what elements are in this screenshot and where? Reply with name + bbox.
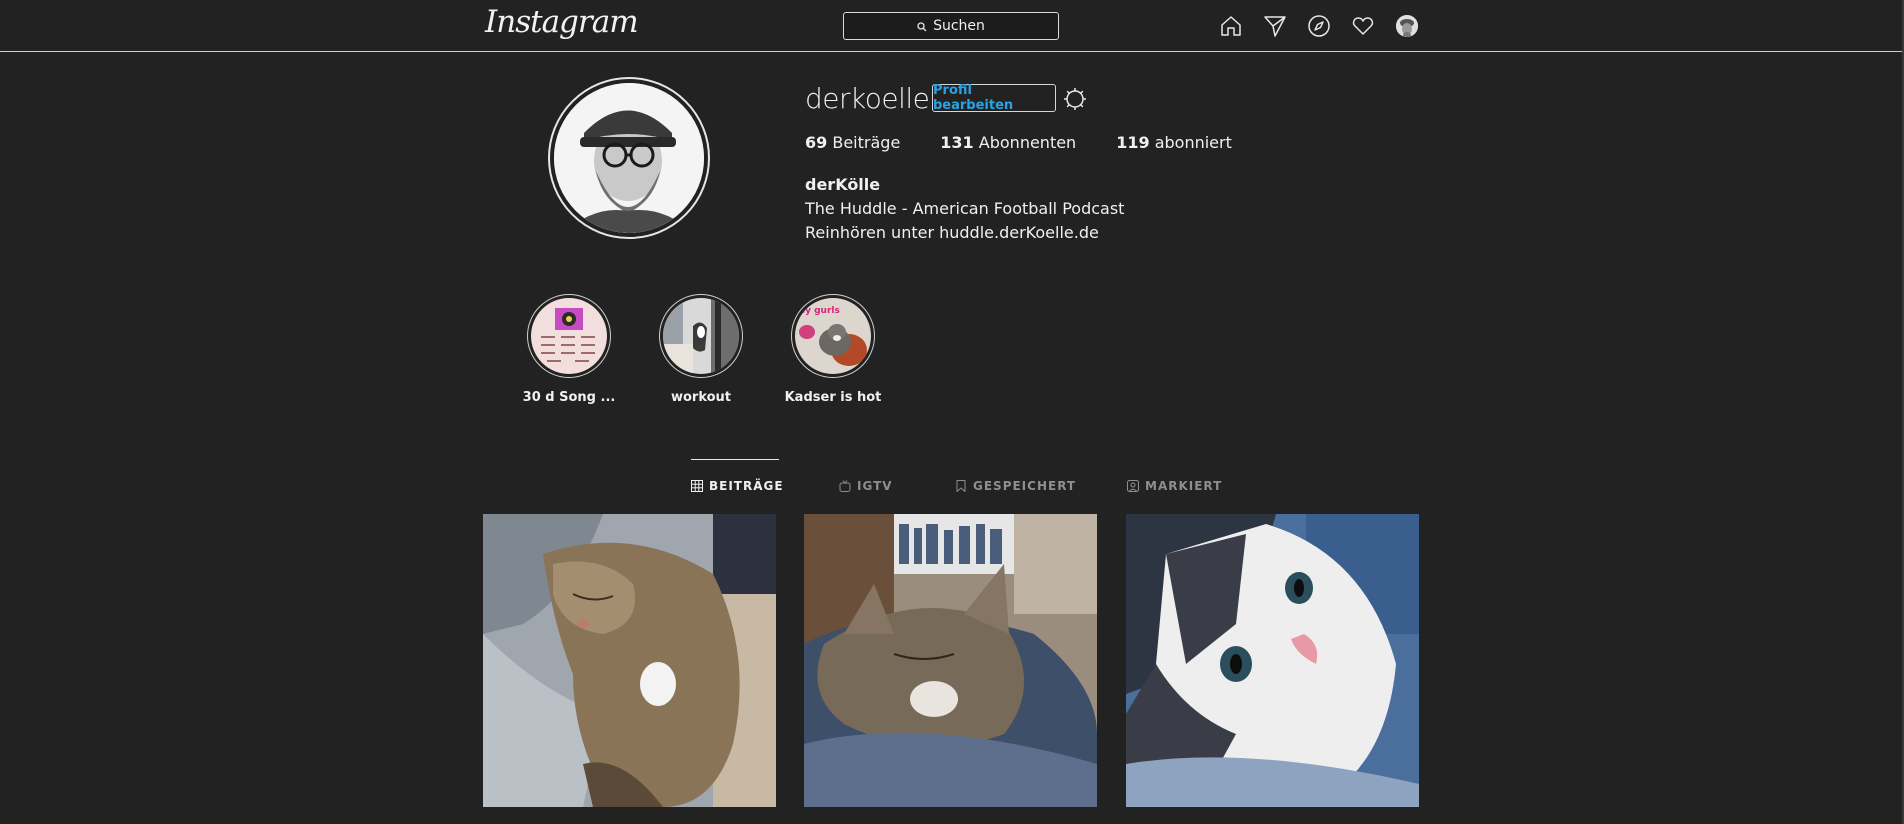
profile-picture[interactable] bbox=[548, 77, 710, 239]
profile-photo bbox=[554, 83, 704, 233]
grid-icon bbox=[691, 480, 703, 492]
tab-label: GESPEICHERT bbox=[973, 479, 1077, 493]
stat-posts-count: 69 bbox=[805, 133, 828, 152]
tab-label: IGTV bbox=[857, 479, 893, 493]
search-placeholder: Suchen bbox=[933, 18, 985, 34]
direct-icon[interactable] bbox=[1263, 14, 1287, 38]
stat-followers-label: Abonnenten bbox=[978, 133, 1077, 152]
top-navigation-bar: Instagram Suchen bbox=[0, 0, 1904, 52]
explore-icon[interactable] bbox=[1307, 14, 1331, 38]
stat-followers[interactable]: 131 Abonnenten bbox=[940, 133, 1076, 152]
post-thumbnail[interactable] bbox=[1126, 514, 1419, 807]
tab-label: BEITRÄGE bbox=[709, 479, 784, 493]
edit-profile-button[interactable]: Profil bearbeiten bbox=[932, 83, 1056, 113]
profile-username: derkoelle bbox=[805, 82, 930, 115]
highlight-label: workout bbox=[670, 390, 732, 405]
highlight-cover: ey gurls bbox=[795, 298, 871, 374]
tab-label: MARKIERT bbox=[1145, 479, 1223, 493]
highlight-ring: ey gurls bbox=[791, 294, 875, 378]
bio-line: The Huddle - American Football Podcast bbox=[805, 199, 1125, 218]
tagged-icon bbox=[1127, 480, 1139, 492]
stat-following-count: 119 bbox=[1116, 133, 1150, 152]
bookmark-icon bbox=[955, 480, 967, 492]
search-icon bbox=[917, 17, 927, 36]
search-input[interactable]: Suchen bbox=[843, 12, 1059, 40]
stat-posts: 69 Beiträge bbox=[805, 133, 900, 152]
highlight-label: 30 d Song ... bbox=[522, 390, 616, 405]
story-highlight[interactable]: workout bbox=[646, 294, 756, 405]
settings-gear-icon[interactable] bbox=[1062, 86, 1088, 112]
activity-heart-icon[interactable] bbox=[1351, 14, 1375, 38]
stat-following[interactable]: 119 abonniert bbox=[1116, 133, 1232, 152]
instagram-logo[interactable]: Instagram bbox=[485, 4, 639, 40]
highlight-ring bbox=[527, 294, 611, 378]
tab-saved[interactable]: GESPEICHERT bbox=[955, 479, 1076, 493]
stat-followers-count: 131 bbox=[940, 133, 974, 152]
profile-avatar-icon[interactable] bbox=[1396, 15, 1418, 37]
highlight-cover bbox=[531, 298, 607, 374]
bio-line: Reinhören unter huddle.derKoelle.de bbox=[805, 223, 1099, 242]
profile-bio: derKölle The Huddle - American Football … bbox=[805, 173, 1124, 245]
story-highlight[interactable]: ey gurls Kadser is hot bbox=[778, 294, 888, 405]
profile-stats: 69 Beiträge 131 Abonnenten 119 abonniert bbox=[805, 133, 1272, 152]
highlight-ring bbox=[659, 294, 743, 378]
story-highlight[interactable]: 30 d Song ... bbox=[514, 294, 624, 405]
igtv-icon bbox=[839, 480, 851, 492]
active-tab-indicator bbox=[691, 459, 779, 460]
post-thumbnail[interactable] bbox=[483, 514, 776, 807]
post-thumbnail[interactable] bbox=[804, 514, 1097, 807]
highlight-label: Kadser is hot bbox=[784, 390, 882, 405]
stat-following-label: abonniert bbox=[1154, 133, 1232, 152]
profile-full-name: derKölle bbox=[805, 175, 881, 194]
home-icon[interactable] bbox=[1219, 14, 1243, 38]
highlight-cover bbox=[663, 298, 739, 374]
tab-tagged[interactable]: MARKIERT bbox=[1127, 479, 1222, 493]
stat-posts-label: Beiträge bbox=[832, 133, 901, 152]
tab-posts[interactable]: BEITRÄGE bbox=[691, 479, 784, 493]
highlight-sticker-text: ey gurls bbox=[799, 306, 840, 316]
tab-igtv[interactable]: IGTV bbox=[839, 479, 893, 493]
